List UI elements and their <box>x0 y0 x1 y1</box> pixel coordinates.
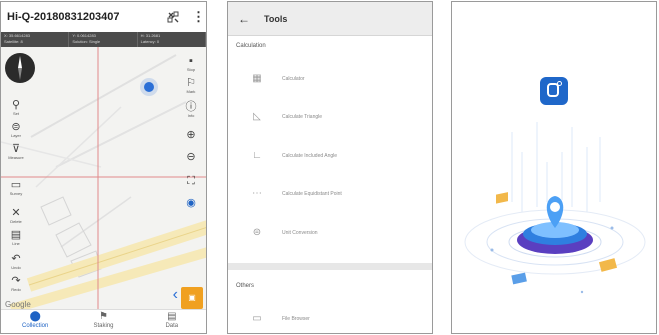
undo-tool-button[interactable]: ↶ Undo <box>7 253 25 270</box>
location-pin-icon: ⬤ <box>29 311 41 322</box>
zoom-out-button[interactable]: ⊖ <box>182 151 200 163</box>
map-background <box>1 47 206 312</box>
measure-tool-button[interactable]: ⊽ Measure <box>7 143 25 160</box>
set-tool-button[interactable]: ⚲ Set <box>7 99 25 116</box>
folder-icon: ▭ <box>252 313 262 324</box>
undo-icon: ↶ <box>11 253 21 265</box>
redo-tool-button[interactable]: ↷ Redo <box>7 275 25 292</box>
section-label-others: Others <box>236 283 255 289</box>
mark-tool-button[interactable]: ⚐ Mark <box>182 77 200 94</box>
locate-icon: ◉ <box>186 197 196 209</box>
record-point-button[interactable]: ▣ <box>181 287 203 309</box>
coord-cell: H: 31.2681 Latency: 0 <box>138 32 206 47</box>
zoom-in-button[interactable]: ⊕ <box>182 129 200 141</box>
nav-staking[interactable]: ⚑ Staking <box>69 310 137 333</box>
measure-icon: ⊽ <box>11 143 21 155</box>
staking-icon: ⚑ <box>99 311 108 322</box>
splash-screen <box>451 1 657 334</box>
back-arrow-icon[interactable]: ← <box>238 12 250 26</box>
redo-icon: ↷ <box>11 275 21 287</box>
nav-collection[interactable]: ⬤ Collection <box>1 310 69 333</box>
nav-data[interactable]: ▤ Data <box>138 310 206 333</box>
tool-item-file-browser[interactable]: ▭ File Browser <box>228 308 432 330</box>
layer-icon: ⊜ <box>11 121 21 133</box>
full-extent-button[interactable]: ⛶ <box>182 175 200 187</box>
data-icon: ▤ <box>167 311 177 322</box>
coordinate-bar: X: 35.6614283 Satellite: 8 Y: 0.0614283 So… <box>1 32 206 47</box>
unit-conversion-icon: ⊜ <box>252 227 262 238</box>
line-tool-button[interactable]: ▤ Line <box>7 229 25 246</box>
tool-item-included-angle[interactable]: ∟ Calculate Included Angle <box>228 145 432 167</box>
compass-icon[interactable] <box>5 53 35 83</box>
coord-cell: X: 35.6614283 Satellite: 8 <box>1 32 70 47</box>
splash-illustration <box>464 122 646 294</box>
section-label-calculation: Calculation <box>236 43 266 49</box>
page-title: Tools <box>264 13 288 24</box>
bottom-navigation: ⬤ Collection ⚑ Staking ▤ Data <box>1 309 206 333</box>
zoom-in-icon: ⊕ <box>186 129 196 141</box>
zoom-out-icon: ⊖ <box>186 151 196 163</box>
stop-icon: ▪ <box>189 55 193 67</box>
tool-item-calculator[interactable]: ▦ Calculator <box>228 68 432 90</box>
delete-tool-button[interactable]: ✕ Delete <box>7 207 25 224</box>
satellite-icon[interactable] <box>166 10 180 24</box>
info-icon: ⓘ <box>185 101 197 113</box>
tool-item-calculate-triangle[interactable]: ◺ Calculate Triangle <box>228 106 432 128</box>
delete-icon: ✕ <box>11 207 21 219</box>
info-tool-button[interactable]: ⓘ Info <box>182 101 200 118</box>
stop-tool-button[interactable]: ▪ Stop <box>182 55 200 72</box>
survey-tool-button[interactable]: ▭ Survey <box>7 179 25 196</box>
project-title: Hi-Q-20180831203407 <box>7 11 120 23</box>
calculator-icon: ▦ <box>252 73 262 84</box>
survey-icon: ▭ <box>10 179 22 191</box>
section-divider <box>228 263 432 270</box>
app-header: Hi-Q-20180831203407 ⋮ <box>1 2 206 32</box>
angle-icon: ∟ <box>252 150 262 161</box>
tool-item-equidistant-point[interactable]: ⋯ Calculate Equidistant Point <box>228 183 432 205</box>
google-logo: Google <box>5 300 31 309</box>
line-icon: ▤ <box>10 229 22 241</box>
equidistant-icon: ⋯ <box>252 188 262 199</box>
coord-cell: Y: 0.0614283 Solution: Single <box>69 32 138 47</box>
tools-screen: ← Tools Calculation ▦ Calculator ◺ Calcu… <box>227 1 433 334</box>
layer-tool-button[interactable]: ⊜ Layer <box>7 121 25 138</box>
more-menu-icon[interactable]: ⋮ <box>192 9 205 25</box>
fullscreen-icon: ⛶ <box>187 175 195 187</box>
tools-header: ← Tools <box>228 2 432 36</box>
current-location-marker <box>144 82 154 92</box>
triangle-icon: ◺ <box>253 111 261 122</box>
mark-icon: ⚐ <box>186 77 196 89</box>
splash-background <box>452 2 656 333</box>
record-icon: ▣ <box>188 293 196 302</box>
set-icon: ⚲ <box>11 99 21 111</box>
locate-button[interactable]: ◉ <box>182 197 200 209</box>
chevron-left-icon[interactable]: ‹ <box>173 286 178 304</box>
map-screen: Hi-Q-20180831203407 ⋮ X: 35.6614283 Satel… <box>0 1 207 334</box>
tool-item-unit-conversion[interactable]: ⊜ Unit Conversion <box>228 222 432 244</box>
map-view[interactable]: ⚲ Set ⊜ Layer ⊽ Measure ▭ Survey ✕ Delete ▤ Li… <box>1 47 206 312</box>
